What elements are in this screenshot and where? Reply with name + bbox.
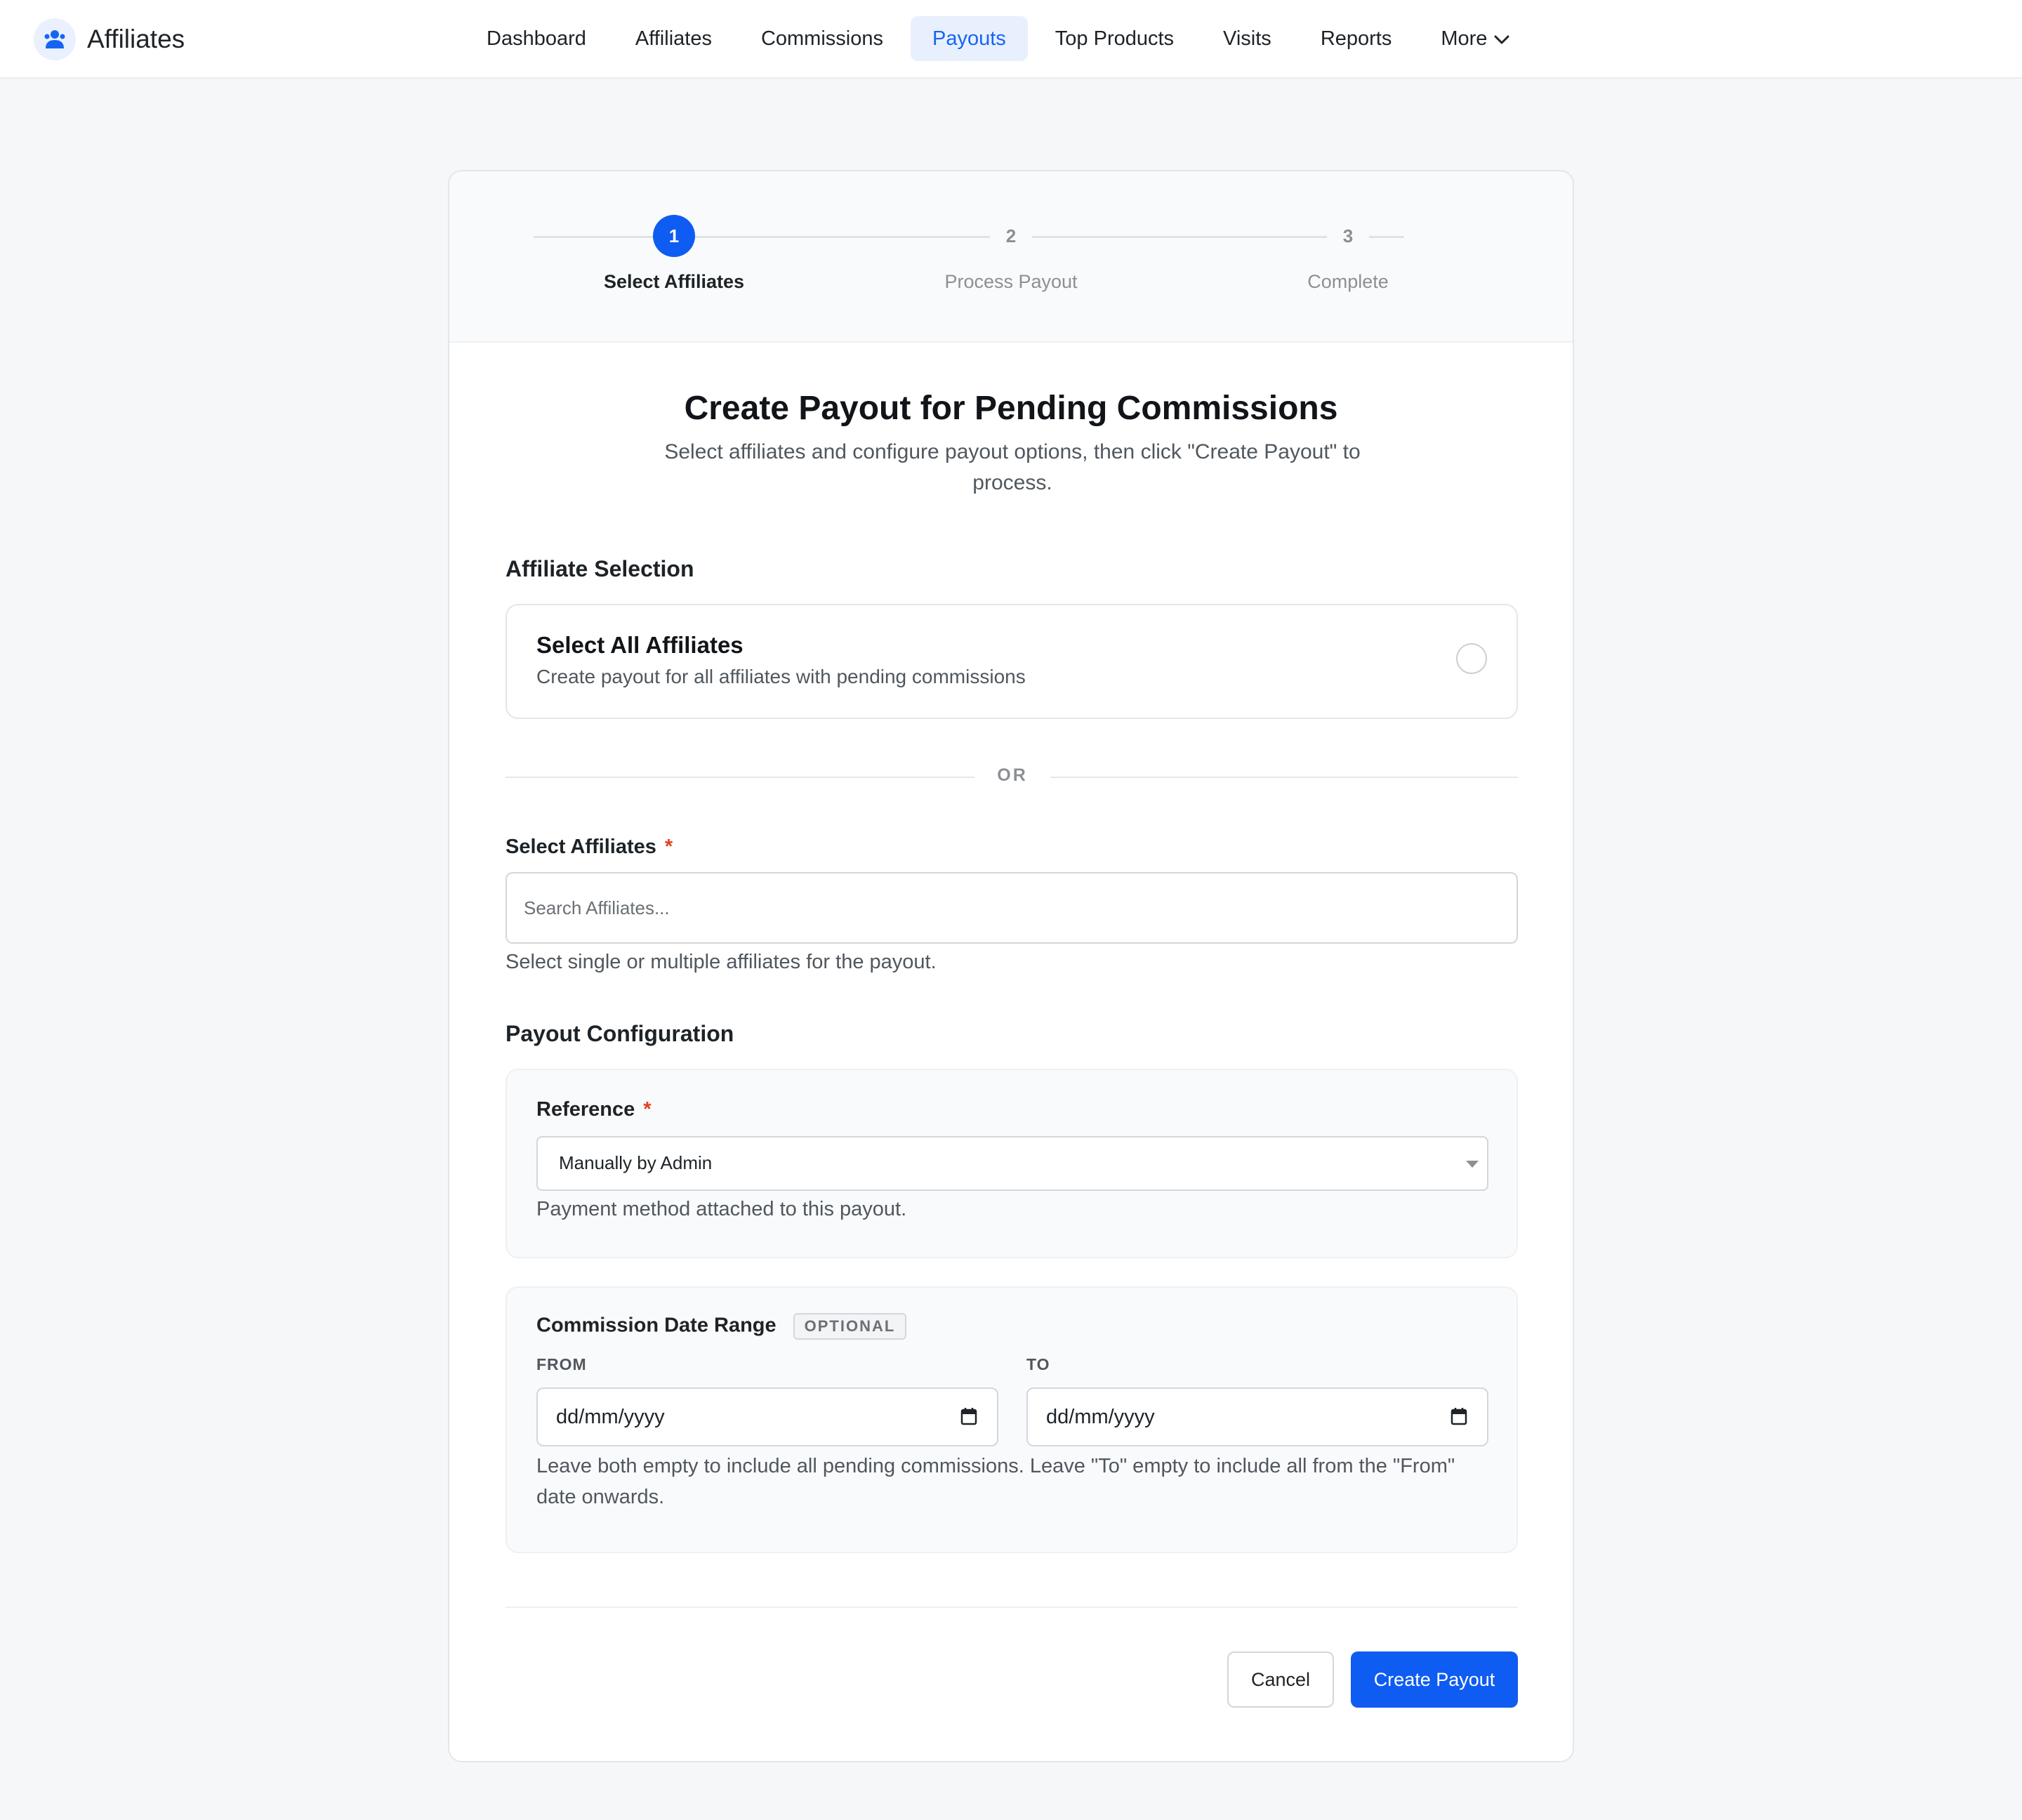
payout-configuration-heading: Payout Configuration	[505, 1021, 734, 1046]
reference-panel: Reference * Manually by Admin Payment met…	[505, 1069, 1518, 1258]
affiliates-logo-icon	[34, 18, 76, 60]
nav-label: Visits	[1223, 27, 1271, 50]
reference-label: Reference *	[536, 1098, 652, 1121]
main-nav: Dashboard Affiliates Commissions Payouts…	[465, 16, 1537, 61]
dropdown-caret-icon	[1466, 1161, 1479, 1168]
step-3-label: Complete	[1307, 271, 1389, 292]
step-2-indicator: 2	[990, 215, 1032, 257]
reference-select-value: Manually by Admin	[559, 1152, 713, 1173]
required-mark: *	[664, 836, 673, 858]
required-mark: *	[643, 1098, 652, 1121]
page-description: Select affiliates and configure payout o…	[664, 440, 1361, 494]
reference-label-text: Reference	[536, 1098, 635, 1121]
cancel-button[interactable]: Cancel	[1227, 1651, 1334, 1708]
chevron-down-icon	[1494, 27, 1509, 51]
date-range-label: Commission Date Range OPTIONAL	[536, 1313, 907, 1340]
nav-label: Reports	[1320, 27, 1392, 50]
create-payout-card: 1 2 3 Select Affiliates Process Payout C…	[448, 170, 1574, 1762]
brand[interactable]: Affiliates	[34, 18, 185, 60]
from-date-placeholder: dd/mm/yyyy	[556, 1406, 665, 1428]
to-date-input[interactable]: dd/mm/yyyy	[1026, 1387, 1488, 1446]
from-date-input[interactable]: dd/mm/yyyy	[536, 1387, 998, 1446]
optional-badge: OPTIONAL	[793, 1313, 907, 1340]
nav-item-payouts[interactable]: Payouts	[910, 16, 1028, 61]
to-date-placeholder: dd/mm/yyyy	[1046, 1406, 1155, 1428]
calendar-icon[interactable]	[960, 1407, 977, 1425]
app-name: Affiliates	[87, 25, 185, 53]
from-label: FROM	[536, 1355, 587, 1373]
select-affiliates-label-text: Select Affiliates	[505, 836, 656, 858]
calendar-icon[interactable]	[1451, 1407, 1467, 1425]
nav-item-more[interactable]: More	[1419, 16, 1531, 61]
step-1-label: Select Affiliates	[603, 271, 745, 292]
to-label: TO	[1026, 1355, 1050, 1373]
nav-item-visits[interactable]: Visits	[1201, 16, 1293, 61]
footer-divider	[505, 1607, 1518, 1608]
date-range-help: Leave both empty to include all pending …	[536, 1455, 1455, 1508]
nav-item-reports[interactable]: Reports	[1299, 16, 1414, 61]
step-2-label: Process Payout	[944, 271, 1078, 292]
top-navigation-bar: Affiliates Dashboard Affiliates Commissi…	[0, 0, 2022, 79]
date-range-panel: Commission Date Range OPTIONAL FROM TO dd…	[505, 1286, 1518, 1553]
select-all-radio[interactable]	[1456, 643, 1487, 674]
nav-item-affiliates[interactable]: Affiliates	[614, 16, 734, 61]
nav-label: Affiliates	[635, 27, 712, 50]
select-all-description: Create payout for all affiliates with pe…	[536, 666, 1026, 687]
date-range-label-text: Commission Date Range	[536, 1314, 777, 1337]
select-all-title: Select All Affiliates	[536, 632, 744, 658]
reference-select[interactable]: Manually by Admin	[536, 1136, 1488, 1191]
or-divider-right	[1050, 777, 1518, 778]
stepper: 1 2 3 Select Affiliates Process Payout C…	[449, 171, 1573, 343]
nav-label: Top Products	[1055, 27, 1175, 50]
create-payout-button[interactable]: Create Payout	[1351, 1651, 1518, 1708]
nav-item-dashboard[interactable]: Dashboard	[465, 16, 608, 61]
affiliate-selection-heading: Affiliate Selection	[505, 556, 694, 581]
step-3-indicator: 3	[1327, 215, 1369, 257]
reference-help: Payment method attached to this payout.	[536, 1198, 907, 1220]
page-title: Create Payout for Pending Commissions	[684, 390, 1338, 427]
nav-label: More	[1441, 27, 1488, 50]
step-1-indicator: 1	[653, 215, 695, 257]
select-affiliates-help: Select single or multiple affiliates for…	[505, 951, 937, 973]
or-divider-left	[505, 777, 974, 778]
search-affiliates-input[interactable]	[505, 872, 1518, 944]
nav-label: Commissions	[760, 27, 883, 50]
or-divider-label: OR	[997, 765, 1028, 785]
nav-label: Dashboard	[487, 27, 586, 50]
nav-item-commissions[interactable]: Commissions	[739, 16, 905, 61]
select-affiliates-label: Select Affiliates *	[505, 836, 673, 859]
nav-label: Payouts	[932, 27, 1006, 50]
select-all-affiliates-option[interactable]: Select All Affiliates Create payout for …	[505, 604, 1518, 719]
nav-item-top-products[interactable]: Top Products	[1033, 16, 1196, 61]
